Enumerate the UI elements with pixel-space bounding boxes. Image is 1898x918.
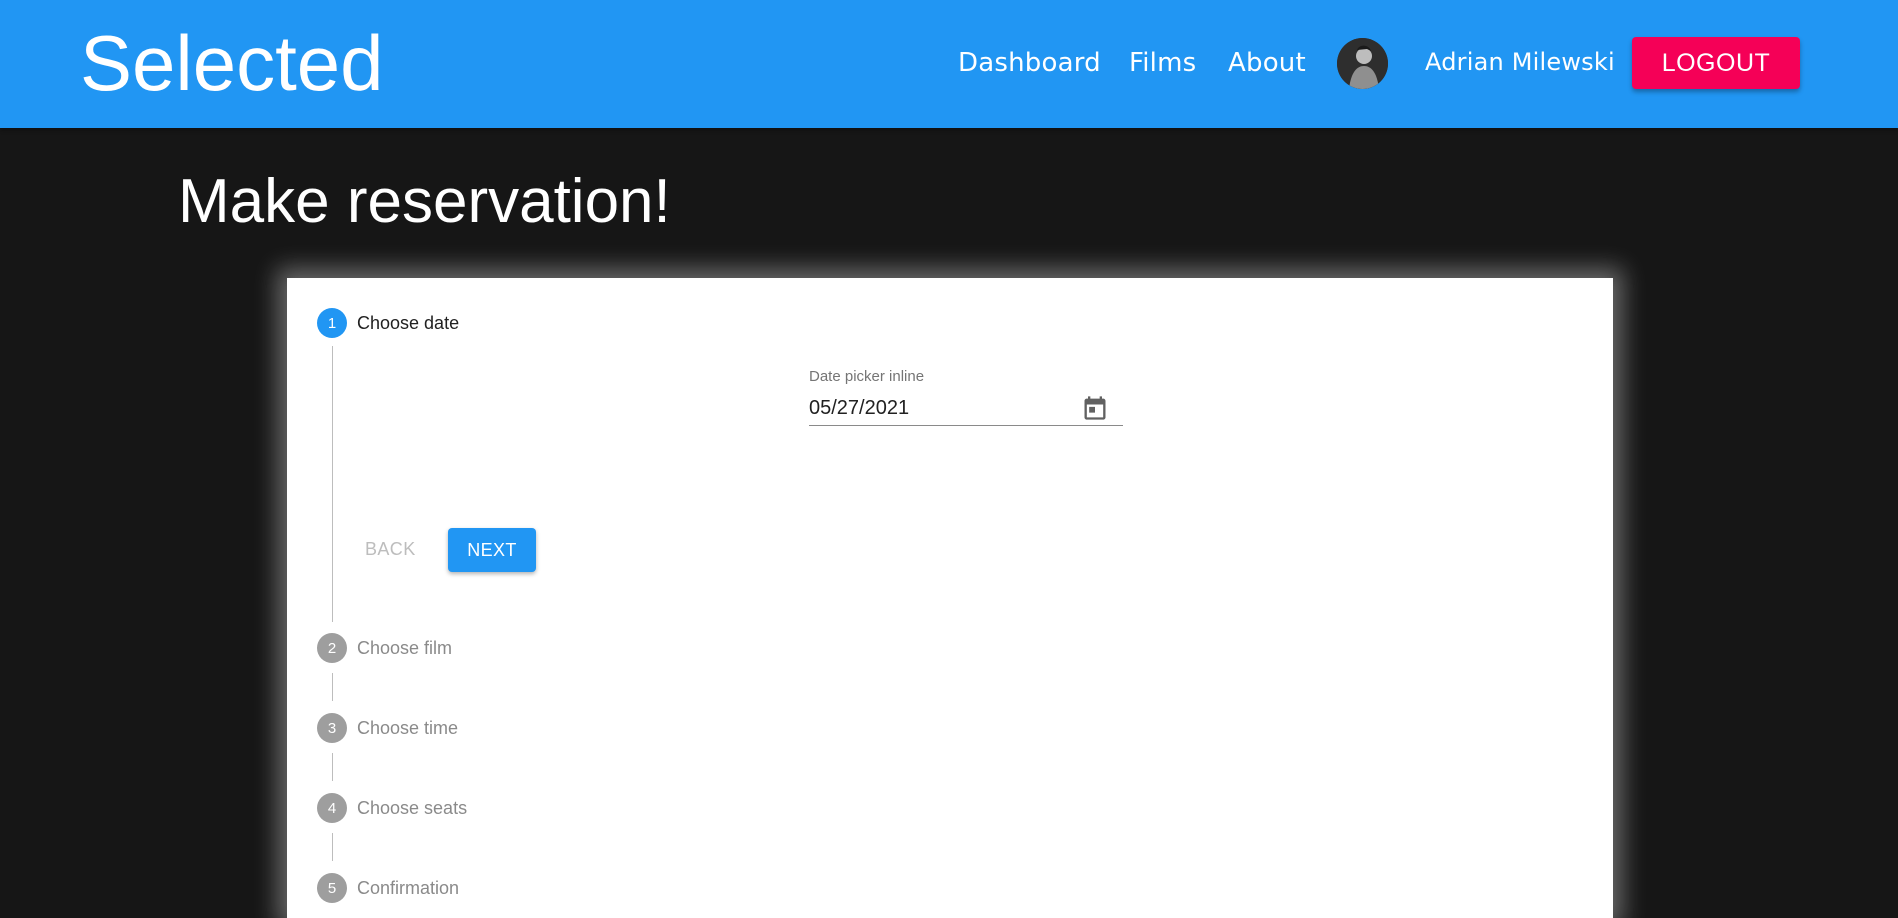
logout-button[interactable]: LOGOUT [1632,37,1800,89]
step-label: Choose seats [357,797,468,818]
step-number-circle: 4 [317,793,347,823]
step-connector [332,753,333,781]
nav-dashboard[interactable]: Dashboard [958,48,1101,78]
step-label: Choose date [357,312,460,333]
step-label: Choose time [357,717,459,738]
nav-films[interactable]: Films [1129,48,1196,78]
date-picker: Date picker inline [809,368,1123,426]
step-connector [332,833,333,861]
step-choose-seats[interactable]: 4 Choose seats [317,793,467,823]
date-picker-row [809,391,1123,426]
avatar[interactable] [1337,38,1388,89]
calendar-icon[interactable] [1081,394,1109,422]
next-button[interactable]: NEXT [448,528,536,572]
step-choose-time[interactable]: 3 Choose time [317,713,458,743]
step-choose-date[interactable]: 1 Choose date [317,308,459,338]
page-title: Make reservation! [178,167,671,236]
step-number-circle: 2 [317,633,347,663]
step-connector [332,346,333,622]
brand-title[interactable]: Selected [80,18,384,108]
reservation-stepper: 1 Choose date Date picker inline BACK NE… [287,278,1613,918]
step-number-circle: 3 [317,713,347,743]
step-number-circle: 1 [317,308,347,338]
app-bar: Selected Dashboard Films About Adrian Mi… [0,0,1898,128]
step-choose-film[interactable]: 2 Choose film [317,633,452,663]
date-input[interactable] [809,396,1049,420]
back-button[interactable]: BACK [359,528,419,570]
user-name[interactable]: Adrian Milewski [1425,48,1615,76]
step-connector [332,673,333,701]
date-picker-label: Date picker inline [809,368,925,385]
step-confirmation[interactable]: 5 Confirmation [317,873,459,903]
step-label: Confirmation [357,877,460,898]
step-number-circle: 5 [317,873,347,903]
step-label: Choose film [357,637,453,658]
avatar-photo-icon [1337,38,1388,89]
nav-about[interactable]: About [1228,48,1306,78]
